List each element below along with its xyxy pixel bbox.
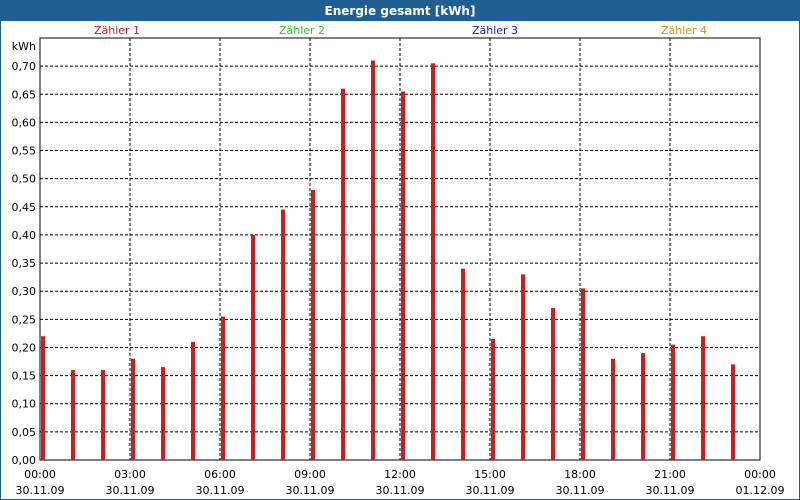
bar xyxy=(101,369,105,460)
energy-bar-chart: 0,00 0,05 0,10 0,15 0,20 0,25 0,30 0,35 0,40 0,45… xyxy=(12,37,785,497)
bar xyxy=(431,63,435,460)
x-tick-time: 12:00 xyxy=(384,468,416,481)
y-tick-label: 0,65 xyxy=(12,88,37,101)
bar xyxy=(191,341,195,460)
bar xyxy=(311,189,315,461)
y-tick-label: 0,00 xyxy=(12,454,37,467)
bar xyxy=(251,234,255,460)
bar xyxy=(161,367,165,460)
x-tick-time: 18:00 xyxy=(564,468,596,481)
x-tick-date: 30.11.09 xyxy=(16,484,65,497)
bar xyxy=(701,336,705,460)
bar xyxy=(671,344,675,460)
bar xyxy=(641,353,645,460)
y-tick-label: 0,60 xyxy=(12,116,37,129)
y-tick-label: 0,30 xyxy=(12,285,37,298)
y-tick-label: 0,25 xyxy=(12,313,37,326)
x-tick-date: 30.11.09 xyxy=(286,484,335,497)
bar xyxy=(221,316,225,460)
x-tick-time: 15:00 xyxy=(474,468,506,481)
bar xyxy=(341,88,345,460)
x-tick-time: 03:00 xyxy=(114,468,146,481)
bar xyxy=(611,358,615,460)
bar xyxy=(461,268,465,460)
bar xyxy=(41,336,45,460)
x-tick-date: 30.11.09 xyxy=(556,484,605,497)
x-tick-time: 06:00 xyxy=(204,468,236,481)
x-tick-date: 30.11.09 xyxy=(646,484,695,497)
y-tick-label: 0,35 xyxy=(12,257,37,270)
x-tick-date: 30.11.09 xyxy=(376,484,425,497)
x-tick-date: 30.11.09 xyxy=(466,484,515,497)
x-tick-date: 30.11.09 xyxy=(106,484,155,497)
bar xyxy=(581,288,585,460)
bar xyxy=(521,274,525,460)
y-tick-label: 0,40 xyxy=(12,229,37,242)
bar xyxy=(71,369,75,460)
y-tick-label: 0,55 xyxy=(12,145,37,158)
y-tick-label: 0,45 xyxy=(12,201,37,214)
y-axis-label: kWh xyxy=(12,40,36,53)
bar xyxy=(491,339,495,460)
y-tick-label: 0,20 xyxy=(12,341,37,354)
y-tick-label: 0,10 xyxy=(12,398,37,411)
x-tick-time: 00:00 xyxy=(744,468,776,481)
y-tick-label: 0,05 xyxy=(12,426,37,439)
y-tick-label: 0,70 xyxy=(12,60,37,73)
x-tick-time: 21:00 xyxy=(654,468,686,481)
bar xyxy=(131,358,135,460)
bar xyxy=(371,60,375,461)
bar xyxy=(731,364,735,460)
x-tick-date: 30.11.09 xyxy=(196,484,245,497)
x-tick-date: 01.12.09 xyxy=(736,484,785,497)
y-tick-label: 0,50 xyxy=(12,173,37,186)
bar xyxy=(551,308,555,460)
x-tick-time: 00:00 xyxy=(24,468,56,481)
bar xyxy=(401,91,405,460)
x-tick-time: 09:00 xyxy=(294,468,326,481)
bar xyxy=(281,209,285,460)
y-tick-label: 0,15 xyxy=(12,370,37,383)
